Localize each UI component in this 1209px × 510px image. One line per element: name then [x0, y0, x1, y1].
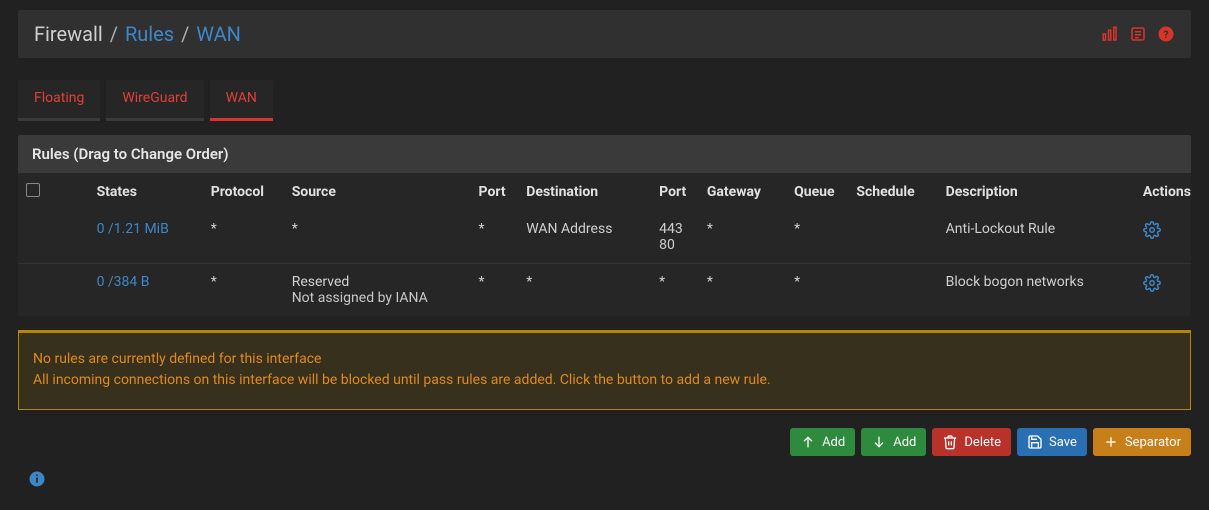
table-row[interactable]: 0 /384 B * Reserved Not assigned by IANA… [18, 264, 1191, 317]
save-label: Save [1049, 436, 1077, 449]
delete-label: Delete [964, 436, 1001, 449]
add-top-label: Add [822, 436, 845, 449]
breadcrumb: Firewall / Rules / WAN [34, 22, 241, 46]
arrow-down-icon [871, 434, 887, 450]
cell-queue: * [786, 264, 848, 317]
tab-wan[interactable]: WAN [210, 80, 273, 121]
cell-sport: * [471, 211, 519, 264]
svg-text:?: ? [1163, 28, 1168, 41]
save-icon [1027, 434, 1043, 450]
cell-schedule [848, 211, 937, 264]
header-icons: ? [1101, 25, 1175, 43]
col-source: Source [284, 173, 471, 211]
gear-icon[interactable] [1143, 274, 1161, 292]
add-top-button[interactable]: Add [790, 428, 855, 456]
delete-button[interactable]: Delete [932, 428, 1011, 456]
col-status [53, 173, 88, 211]
states-link[interactable]: 0 /384 B [97, 274, 150, 290]
warning-line2: All incoming connections on this interfa… [33, 370, 1176, 391]
page-header: Firewall / Rules / WAN ? [18, 10, 1191, 58]
gear-icon[interactable] [1143, 221, 1161, 239]
breadcrumb-root[interactable]: Firewall [34, 22, 103, 46]
cell-schedule [848, 264, 937, 317]
cell-description: Anti-Lockout Rule [938, 211, 1135, 264]
cell-protocol: * [203, 264, 284, 317]
cell-dport: * [651, 264, 699, 317]
save-button[interactable]: Save [1017, 428, 1087, 456]
cell-destination: * [518, 264, 651, 317]
add-bottom-label: Add [893, 436, 916, 449]
table-row[interactable]: 0 /1.21 MiB * * * WAN Address 443 80 * *… [18, 211, 1191, 264]
cell-gateway: * [699, 264, 786, 317]
rules-table: States Protocol Source Port Destination … [18, 173, 1191, 316]
cell-gateway: * [699, 211, 786, 264]
separator-button[interactable]: Separator [1093, 428, 1191, 456]
warning-line1: No rules are currently defined for this … [33, 349, 1176, 370]
log-icon[interactable] [1129, 25, 1147, 43]
rules-panel: Rules (Drag to Change Order) States Prot… [18, 135, 1191, 316]
col-actions: Actions [1135, 173, 1191, 211]
col-description: Description [938, 173, 1135, 211]
col-check [18, 173, 53, 211]
cell-dport: 443 80 [651, 211, 699, 264]
add-bottom-button[interactable]: Add [861, 428, 926, 456]
breadcrumb-rules[interactable]: Rules [125, 22, 174, 46]
cell-source: Reserved Not assigned by IANA [284, 264, 471, 317]
breadcrumb-sep-1: / [108, 22, 120, 46]
select-all-checkbox[interactable] [26, 183, 40, 197]
cell-sport: * [471, 264, 519, 317]
info-icon[interactable] [28, 470, 46, 492]
breadcrumb-wan[interactable]: WAN [196, 22, 241, 46]
panel-title: Rules (Drag to Change Order) [18, 135, 1191, 173]
help-icon[interactable]: ? [1157, 25, 1175, 43]
separator-label: Separator [1125, 436, 1181, 449]
tabs: Floating WireGuard WAN [18, 80, 1191, 121]
cell-protocol: * [203, 211, 284, 264]
col-queue: Queue [786, 173, 848, 211]
cell-destination: WAN Address [518, 211, 651, 264]
tab-wireguard[interactable]: WireGuard [106, 80, 203, 121]
trash-icon [942, 434, 958, 450]
cell-queue: * [786, 211, 848, 264]
cell-source: * [284, 211, 471, 264]
button-bar: Add Add Delete Save Separator [18, 428, 1191, 456]
graph-icon[interactable] [1101, 25, 1119, 43]
warning-box: No rules are currently defined for this … [18, 330, 1191, 410]
plus-icon [1103, 434, 1119, 450]
cell-description: Block bogon networks [938, 264, 1135, 317]
breadcrumb-sep-2: / [179, 22, 191, 46]
col-states: States [89, 173, 203, 211]
col-destination: Destination [518, 173, 651, 211]
states-link[interactable]: 0 /1.21 MiB [97, 221, 169, 237]
col-gateway: Gateway [699, 173, 786, 211]
col-dport: Port [651, 173, 699, 211]
col-protocol: Protocol [203, 173, 284, 211]
col-schedule: Schedule [848, 173, 937, 211]
arrow-up-icon [800, 434, 816, 450]
tab-floating[interactable]: Floating [18, 80, 100, 121]
col-sport: Port [471, 173, 519, 211]
